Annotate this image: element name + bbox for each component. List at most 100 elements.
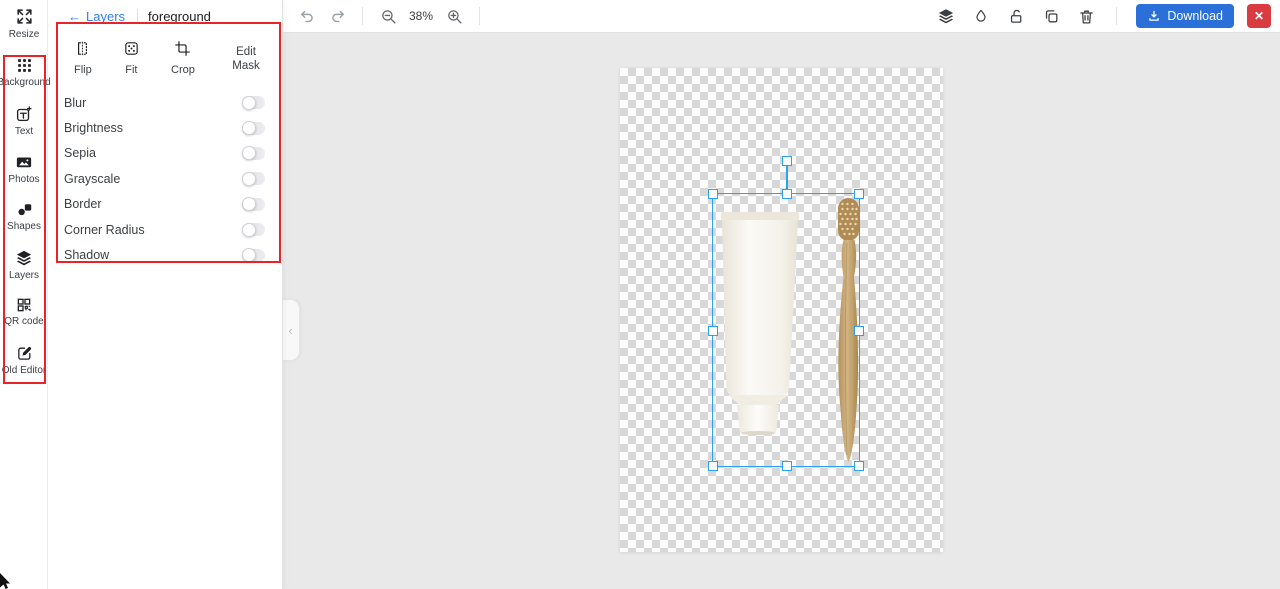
resize-expand-icon xyxy=(15,7,34,26)
lock-button[interactable] xyxy=(1005,5,1027,27)
toggle-knob xyxy=(242,248,256,263)
resize-handle-nw[interactable] xyxy=(708,189,718,199)
toggle-row-brightness: Brightness xyxy=(64,115,265,140)
grid-icon xyxy=(16,57,33,74)
background-label: Background xyxy=(0,77,51,88)
toggle-row-blur: Blur xyxy=(64,90,265,115)
duplicate-icon xyxy=(1043,8,1060,25)
resize-handle-se[interactable] xyxy=(854,461,864,471)
chevron-left-icon: ‹ xyxy=(288,322,293,338)
shadow-toggle[interactable] xyxy=(242,248,265,263)
sidebar-item-resize[interactable]: Resize xyxy=(0,7,48,40)
zoom-level: 38% xyxy=(408,9,434,23)
toggle-knob xyxy=(242,95,256,110)
resize-handle-ne[interactable] xyxy=(854,189,864,199)
flip-icon xyxy=(74,40,91,57)
undo-button[interactable] xyxy=(296,5,318,27)
blur-label: Blur xyxy=(64,95,87,110)
trash-icon xyxy=(1078,8,1095,25)
canvas-area[interactable] xyxy=(283,33,1280,589)
edit-mask-label: Edit Mask xyxy=(232,46,260,73)
sidebar-item-photos[interactable]: Photos xyxy=(0,153,48,185)
editor-window: 38% Download ✕ ← Layers foreground Flip … xyxy=(0,0,1280,589)
text-label: Text xyxy=(14,126,34,137)
grayscale-label: Grayscale xyxy=(64,171,121,186)
toggle-row-sepia: Sepia xyxy=(64,141,265,166)
sidebar-item-text[interactable]: Text xyxy=(0,105,48,137)
toggle-row-shadow: Shadow xyxy=(64,242,265,267)
resize-handle-n[interactable] xyxy=(782,189,792,199)
sidebar-item-layers[interactable]: Layers xyxy=(0,249,48,281)
sidebar-item-old-editor[interactable]: Old Editor xyxy=(0,345,48,376)
grayscale-toggle[interactable] xyxy=(242,171,265,186)
fit-icon xyxy=(123,40,140,57)
back-to-layers-link[interactable]: ← Layers xyxy=(68,9,125,24)
foreground-image-layer[interactable] xyxy=(712,193,860,467)
border-label: Border xyxy=(64,197,102,212)
resize-handle-sw[interactable] xyxy=(708,461,718,471)
toggle-knob xyxy=(242,121,256,136)
layers-icon xyxy=(15,249,33,267)
droplet-icon xyxy=(973,8,989,24)
resize-label: Resize xyxy=(8,29,40,40)
effect-toggle-list: Blur Brightness Sepia Grayscale Border C… xyxy=(48,80,282,268)
undo-icon xyxy=(299,8,316,25)
panel-collapse-handle[interactable]: ‹ xyxy=(282,299,300,361)
layer-settings-panel: ← Layers foreground Flip Fit Crop Edit M… xyxy=(48,0,283,589)
photos-icon xyxy=(15,153,33,171)
zoom-out-button[interactable] xyxy=(377,5,399,27)
opacity-button[interactable] xyxy=(970,5,992,27)
download-button[interactable]: Download xyxy=(1136,4,1234,28)
shapes-icon xyxy=(16,201,33,218)
zoom-in-button[interactable] xyxy=(443,5,465,27)
crop-icon xyxy=(174,40,191,57)
toggle-row-corner-radius: Corner Radius xyxy=(64,217,265,242)
shapes-label: Shapes xyxy=(7,221,41,232)
redo-button[interactable] xyxy=(326,5,348,27)
layers-label: Layers xyxy=(8,270,39,281)
resize-handle-s[interactable] xyxy=(782,461,792,471)
text-icon xyxy=(15,105,33,123)
toggle-knob xyxy=(242,197,256,212)
edit-pencil-icon xyxy=(16,345,33,362)
blur-toggle[interactable] xyxy=(242,95,265,110)
toggle-row-border: Border xyxy=(64,192,265,217)
top-toolbar: 38% Download ✕ xyxy=(283,0,1280,33)
unlock-icon xyxy=(1008,8,1025,25)
download-label: Download xyxy=(1167,9,1223,23)
qr-code-icon xyxy=(16,297,32,313)
crop-button[interactable]: Crop xyxy=(171,40,195,76)
toolbar-divider xyxy=(479,7,480,25)
flip-label: Flip xyxy=(74,64,92,76)
zoom-out-icon xyxy=(380,8,397,25)
delete-button[interactable] xyxy=(1075,5,1097,27)
sidebar-item-qr-code[interactable]: QR code xyxy=(0,297,48,327)
duplicate-button[interactable] xyxy=(1040,5,1062,27)
zoom-in-icon xyxy=(446,8,463,25)
fit-button[interactable]: Fit xyxy=(123,40,140,76)
corner-radius-toggle[interactable] xyxy=(242,222,265,237)
corner-radius-label: Corner Radius xyxy=(64,222,145,237)
toggle-knob xyxy=(242,146,256,161)
edit-mask-button[interactable]: Edit Mask xyxy=(226,45,266,74)
sidebar-item-shapes[interactable]: Shapes xyxy=(0,201,48,232)
layer-name-field[interactable]: foreground xyxy=(148,9,211,24)
layers-stack-icon xyxy=(937,7,955,25)
toggle-knob xyxy=(242,222,256,237)
resize-handle-e[interactable] xyxy=(854,326,864,336)
sidebar-item-background[interactable]: Background xyxy=(0,57,51,88)
close-editor-button[interactable]: ✕ xyxy=(1247,4,1271,28)
back-label: Layers xyxy=(86,8,126,24)
sepia-toggle[interactable] xyxy=(242,146,265,161)
qr-code-label: QR code xyxy=(4,316,44,327)
layer-order-button[interactable] xyxy=(935,5,957,27)
border-toggle[interactable] xyxy=(242,197,265,212)
crop-label: Crop xyxy=(171,64,195,76)
main-sidebar: Resize Background Text Photos Shapes Lay… xyxy=(0,0,51,589)
toggle-knob xyxy=(242,171,256,186)
resize-handle-w[interactable] xyxy=(708,326,718,336)
flip-button[interactable]: Flip xyxy=(74,40,92,76)
rotate-handle[interactable] xyxy=(782,156,792,166)
toggle-row-grayscale: Grayscale xyxy=(64,166,265,191)
brightness-toggle[interactable] xyxy=(242,121,265,136)
